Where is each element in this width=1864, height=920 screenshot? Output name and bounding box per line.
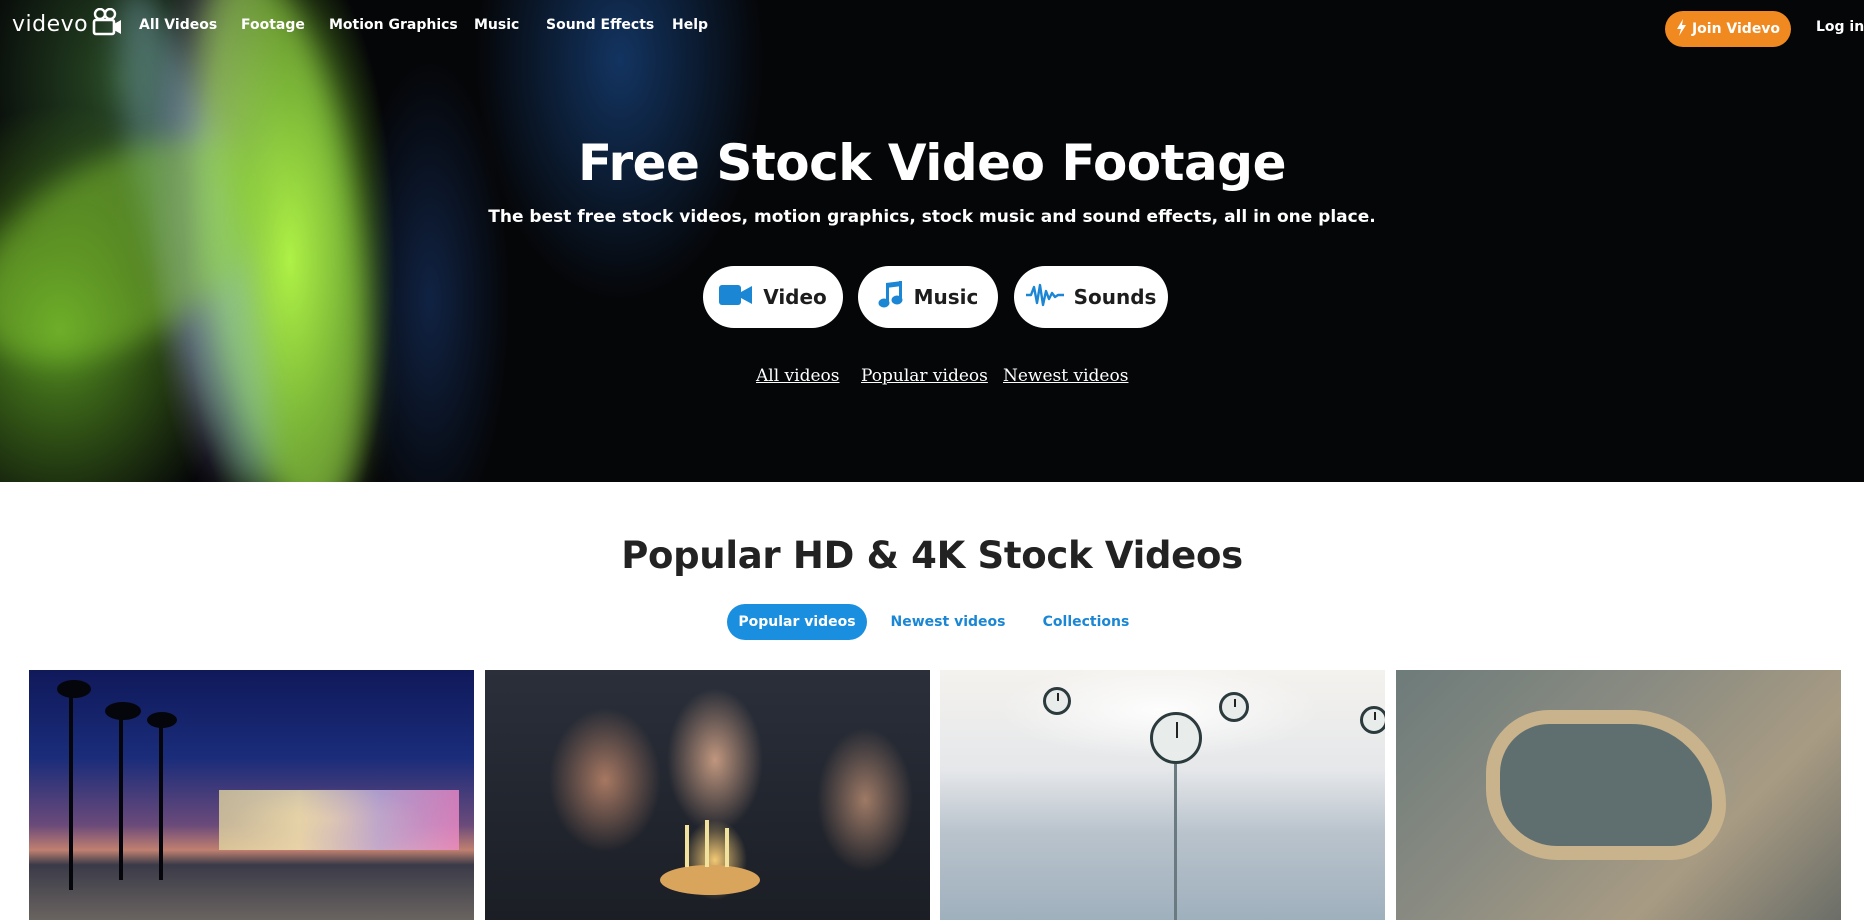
thumbnail-detail — [1150, 712, 1202, 764]
thumbnail-detail — [159, 720, 163, 880]
video-thumbnail[interactable] — [1396, 670, 1841, 920]
camera-logo-icon — [92, 7, 122, 40]
category-video-label: Video — [763, 285, 827, 309]
thumbnail-detail — [147, 712, 177, 728]
hero-banner: videvo All Videos Footage Motion Graphic… — [0, 0, 1864, 482]
top-navigation: videvo All Videos Footage Motion Graphic… — [0, 0, 1864, 56]
category-music-label: Music — [913, 285, 979, 309]
video-thumbnail[interactable] — [485, 670, 930, 920]
thumbnail-detail — [660, 865, 760, 895]
category-sounds-button[interactable]: Sounds — [1014, 266, 1168, 328]
thumbnail-detail — [1043, 687, 1071, 715]
nav-help[interactable]: Help — [672, 17, 708, 33]
lightning-icon — [1676, 18, 1687, 40]
video-thumbnail[interactable] — [940, 670, 1385, 920]
hero-link-all-videos[interactable]: All videos — [756, 366, 840, 386]
videvo-logo[interactable]: videvo — [12, 7, 122, 40]
thumbnail-detail — [725, 828, 729, 867]
thumbnail-detail — [219, 790, 459, 850]
thumbnail-detail — [119, 710, 123, 880]
tab-collections[interactable]: Collections — [1038, 604, 1134, 640]
login-link[interactable]: Log in — [1816, 19, 1864, 35]
hero-link-newest-videos[interactable]: Newest videos — [1003, 366, 1128, 386]
nav-footage[interactable]: Footage — [241, 17, 305, 33]
thumbnail-detail — [685, 825, 689, 867]
nav-sound-effects[interactable]: Sound Effects — [546, 17, 654, 33]
thumbnail-detail — [705, 820, 709, 867]
hero-link-popular-videos[interactable]: Popular videos — [861, 366, 988, 386]
tab-popular-videos[interactable]: Popular videos — [727, 604, 867, 640]
category-sounds-label: Sounds — [1073, 285, 1157, 309]
sound-wave-icon — [1025, 283, 1064, 312]
nav-music[interactable]: Music — [474, 17, 519, 33]
join-videvo-button[interactable]: Join Videvo — [1665, 11, 1791, 47]
hero-title: Free Stock Video Footage — [578, 134, 1287, 192]
thumbnail-detail — [105, 702, 141, 720]
category-music-button[interactable]: Music — [858, 266, 998, 328]
thumbnail-detail — [1174, 764, 1177, 920]
tab-newest-videos[interactable]: Newest videos — [885, 604, 1011, 640]
nav-motion-graphics[interactable]: Motion Graphics — [329, 17, 458, 33]
thumbnail-detail — [69, 690, 73, 890]
music-note-icon — [878, 280, 904, 314]
video-thumbnail[interactable] — [29, 670, 474, 920]
video-camera-icon — [719, 284, 753, 311]
nav-all-videos[interactable]: All Videos — [139, 17, 217, 33]
category-video-button[interactable]: Video — [703, 266, 843, 328]
popular-section-title: Popular HD & 4K Stock Videos — [621, 534, 1243, 577]
hero-subtitle: The best free stock videos, motion graph… — [488, 207, 1376, 227]
logo-text: videvo — [12, 11, 89, 37]
thumbnail-detail — [1219, 692, 1249, 722]
thumbnail-detail — [57, 680, 91, 698]
thumbnail-detail — [1360, 706, 1385, 734]
thumbnail-detail — [1486, 710, 1726, 860]
join-label: Join Videvo — [1691, 21, 1781, 37]
